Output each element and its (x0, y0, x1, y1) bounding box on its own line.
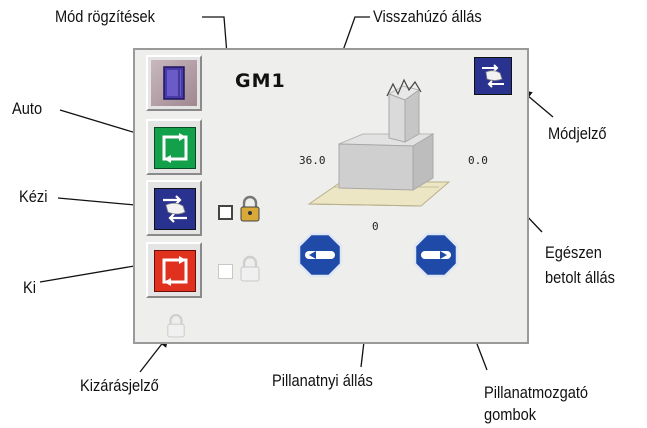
manual-hand-icon (163, 195, 187, 223)
label-visszahuzo-allas: Visszahúzó állás (373, 7, 482, 26)
machine-title: GM1 (235, 70, 286, 92)
off-lock-checkbox[interactable] (218, 264, 233, 279)
label-kizarasjelzo: Kizárásjelző (80, 376, 159, 395)
label-egeszen-1: Egészen (545, 243, 602, 262)
label-pillanatnyi-allas: Pillanatnyi állás (272, 371, 373, 390)
press-panel: GM1 36.0 0.0 0 (133, 48, 529, 344)
label-pillanatmozgato-1: Pillanatmozgató (484, 383, 589, 402)
jog-right-button[interactable] (413, 232, 459, 278)
menu-book-button[interactable] (146, 55, 202, 111)
manual-lock-checkbox[interactable] (218, 205, 233, 220)
label-pillanatmozgato-2: gombok (484, 405, 537, 424)
off-mode-button[interactable] (146, 242, 202, 298)
label-kezi: Kézi (19, 187, 48, 206)
padlock-icon (240, 255, 260, 282)
retract-position-value: 36.0 (299, 154, 326, 167)
lockout-indicator-icon (167, 314, 185, 338)
auto-cycle-icon (162, 133, 188, 163)
off-cycle-icon (162, 256, 188, 286)
full-position-value: 0.0 (468, 154, 488, 167)
book-icon (163, 66, 185, 100)
label-modjelzo: Módjelző (548, 124, 607, 143)
press-machine-illustration (307, 78, 451, 207)
manual-mode-button[interactable] (146, 180, 202, 236)
current-position-value: 0 (372, 220, 379, 233)
jog-left-button[interactable] (297, 232, 343, 278)
padlock-icon (240, 195, 260, 222)
mode-indicator (474, 57, 512, 95)
line-ki (39, 259, 148, 283)
auto-mode-button[interactable] (146, 119, 202, 175)
label-auto: Auto (12, 99, 43, 118)
label-egeszen-2: betolt állás (545, 268, 615, 287)
label-ki: Ki (23, 278, 37, 297)
label-mod-rogzitesek: Mód rögzítések (55, 7, 155, 26)
manual-hand-icon (482, 64, 504, 88)
